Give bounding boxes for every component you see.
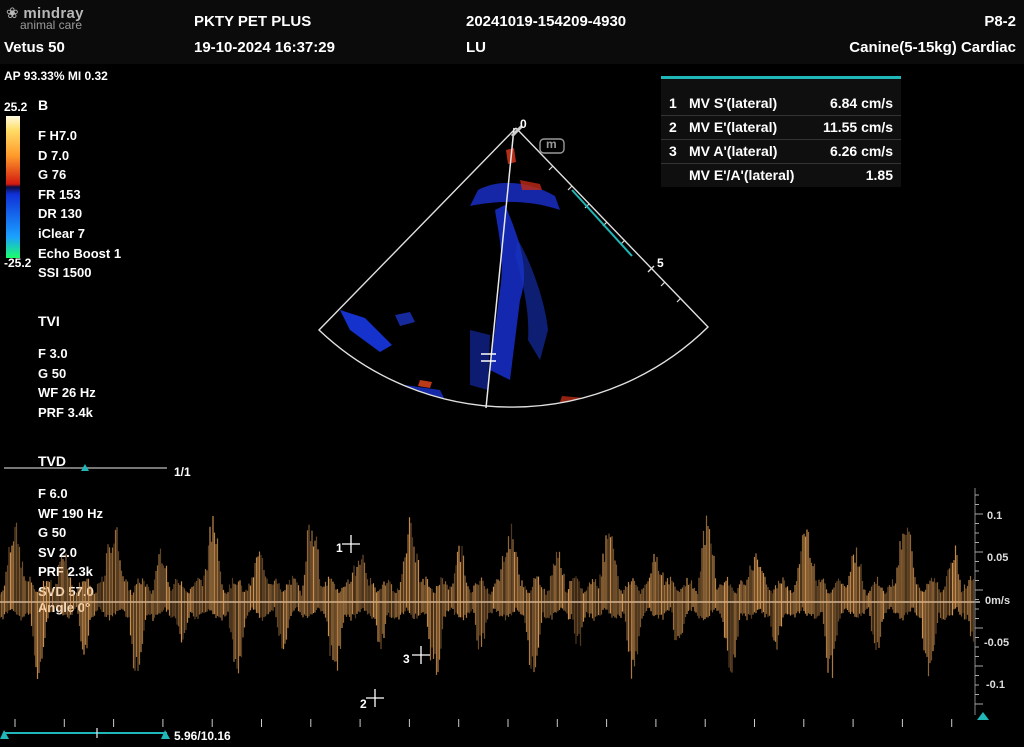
caliper-marker-3[interactable] xyxy=(412,646,430,664)
velocity-tick-label: -0.1 xyxy=(986,679,1005,691)
velocity-tick-label: 0.05 xyxy=(987,552,1009,564)
caliper-label-3: 3 xyxy=(403,652,410,666)
doppler-spectrum xyxy=(0,488,989,727)
velocity-tick-label: -0.05 xyxy=(984,637,1010,649)
caliper-marker-1[interactable] xyxy=(342,535,360,553)
baseline-shift-handle[interactable] xyxy=(977,712,989,720)
velocity-axis-ticks xyxy=(975,494,983,705)
velocity-tick-label: 0.1 xyxy=(987,510,1003,522)
velocity-tick-label: 0m/s xyxy=(985,595,1011,607)
spectral-envelope xyxy=(0,515,975,679)
caliper-label-1: 1 xyxy=(336,541,343,555)
caliper-label-2: 2 xyxy=(360,697,367,711)
caliper-marker-2[interactable] xyxy=(366,689,384,707)
time-axis-ticks xyxy=(14,719,953,727)
